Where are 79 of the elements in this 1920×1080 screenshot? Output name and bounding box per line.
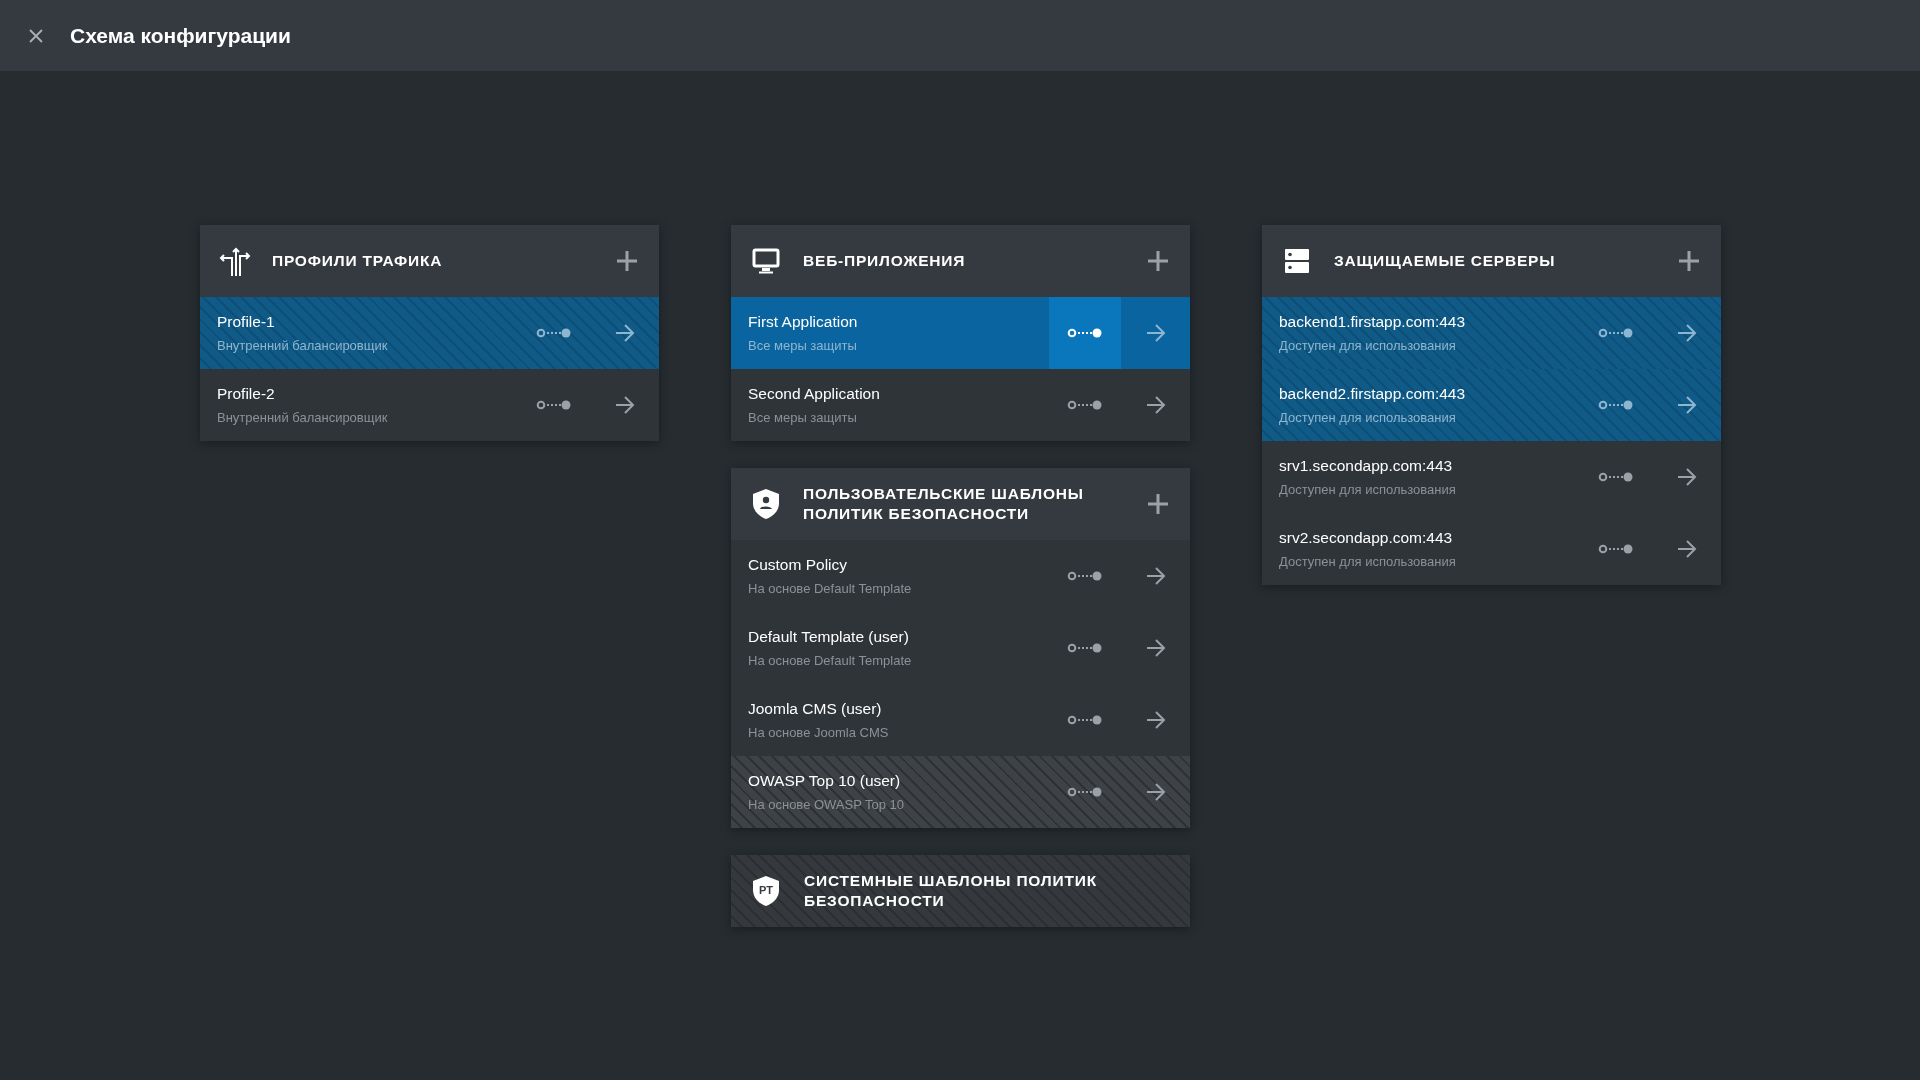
panel-title: СИСТЕМНЫЕ ШАБЛОНЫ ПОЛИТИК БЕЗОПАСНОСТИ (804, 871, 1098, 911)
arrow-right-icon (1145, 567, 1166, 585)
panel-title: ЗАЩИЩАЕМЫЕ СЕРВЕРЫ (1334, 251, 1557, 271)
item-subtitle: Внутренний балансировщик (217, 338, 389, 353)
arrow-right-icon (1676, 468, 1697, 486)
list-row[interactable]: Custom Policy На основе Default Template (731, 540, 1190, 612)
item-title: srv2.secondapp.com:443 (1279, 529, 1454, 547)
arrow-right-icon (1145, 711, 1166, 729)
list-row[interactable]: Default Template (user) На основе Default Template (731, 612, 1190, 684)
list-row[interactable]: backend1.firstapp.com:443 Доступен для использования (1262, 297, 1721, 369)
arrow-right-icon (1145, 396, 1166, 414)
arrow-right-icon (1145, 324, 1166, 342)
plus-icon (1148, 251, 1168, 271)
item-title: Second Application (748, 385, 881, 403)
item-subtitle: Доступен для использования (1279, 554, 1457, 569)
close-icon (28, 27, 44, 44)
connector-icon (1598, 471, 1634, 483)
add-button[interactable] (617, 251, 637, 271)
item-subtitle: Внутренний балансировщик (217, 410, 389, 425)
list-row[interactable]: srv1.secondapp.com:443 Доступен для использования (1262, 441, 1721, 513)
list-row[interactable]: Profile-2 Внутренний балансировщик (200, 369, 659, 441)
add-button[interactable] (1148, 494, 1168, 514)
list-row[interactable]: OWASP Top 10 (user) На основе OWASP Top 10 (731, 756, 1190, 828)
item-title: backend2.firstapp.com:443 (1279, 385, 1467, 403)
arrow-right-icon (1145, 639, 1166, 657)
item-subtitle: Доступен для использования (1279, 338, 1457, 353)
connector-icon (536, 399, 572, 411)
plus-icon (1679, 251, 1699, 271)
monitor-icon (749, 248, 783, 274)
item-subtitle: Все меры защиты (748, 410, 858, 425)
list-row[interactable]: Second Application Все меры защиты (731, 369, 1190, 441)
window-title: Схема конфигурации (70, 23, 291, 48)
arrow-right-icon (1676, 396, 1697, 414)
connector-icon (1067, 327, 1103, 339)
item-subtitle: Все меры защиты (748, 338, 858, 353)
item-subtitle: На основе OWASP Top 10 (748, 797, 906, 812)
item-subtitle: Доступен для использования (1279, 482, 1457, 497)
item-subtitle: На основе Joomla CMS (748, 725, 890, 740)
item-title: OWASP Top 10 (user) (748, 772, 902, 790)
list-row[interactable]: Profile-1 Внутренний балансировщик (200, 297, 659, 369)
panel-title: ПОЛЬЗОВАТЕЛЬСКИЕ ШАБЛОНЫ ПОЛИТИК БЕЗОПАСНОСТИ (803, 484, 1085, 524)
add-button[interactable] (1679, 251, 1699, 271)
arrow-right-icon (1676, 540, 1697, 558)
item-title: Joomla CMS (user) (748, 700, 883, 718)
connector-icon (1067, 570, 1103, 582)
arrow-right-icon (1676, 324, 1697, 342)
item-title: First Application (748, 313, 859, 331)
item-title: Default Template (user) (748, 628, 910, 646)
shield-badge-text: PT (757, 883, 775, 897)
connector-icon (1598, 543, 1634, 555)
road-arrows-icon (218, 246, 252, 276)
arrow-right-icon (1145, 783, 1166, 801)
item-subtitle: На основе Default Template (748, 653, 913, 668)
plus-icon (1148, 494, 1168, 514)
connector-icon (1067, 786, 1103, 798)
item-subtitle: Доступен для использования (1279, 410, 1457, 425)
panel-title: ПРОФИЛИ ТРАФИКА (272, 251, 444, 271)
panel-title: ВЕБ-ПРИЛОЖЕНИЯ (803, 251, 967, 271)
connector-icon (536, 327, 572, 339)
list-row[interactable]: First Application Все меры защиты (731, 297, 1190, 369)
list-row[interactable]: srv2.secondapp.com:443 Доступен для использования (1262, 513, 1721, 585)
item-title: backend1.firstapp.com:443 (1279, 313, 1467, 331)
link-button[interactable] (1049, 297, 1121, 369)
item-title: Custom Policy (748, 556, 849, 574)
item-title: Profile-1 (217, 313, 276, 331)
connector-icon (1067, 642, 1103, 654)
item-title: srv1.secondapp.com:443 (1279, 457, 1454, 475)
add-button[interactable] (1148, 251, 1168, 271)
list-row[interactable]: Joomla CMS (user) На основе Joomla CMS (731, 684, 1190, 756)
plus-icon (617, 251, 637, 271)
arrow-right-icon (614, 396, 635, 414)
connector-icon (1598, 327, 1634, 339)
connector-icon (1067, 399, 1103, 411)
connector-icon (1598, 399, 1634, 411)
connector-icon (1067, 714, 1103, 726)
item-subtitle: На основе Default Template (748, 581, 913, 596)
list-row[interactable]: backend2.firstapp.com:443 Доступен для использования (1262, 369, 1721, 441)
arrow-right-icon (614, 324, 635, 342)
item-title: Profile-2 (217, 385, 276, 403)
